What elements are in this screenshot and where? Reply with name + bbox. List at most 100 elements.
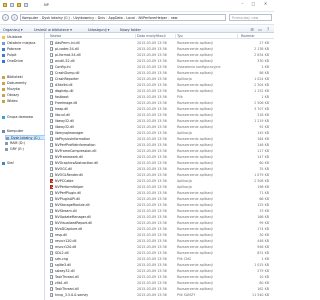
dll-file-icon (50, 190, 54, 195)
breadcrumb-local[interactable]: Local (125, 15, 136, 21)
help-icon[interactable]: ? (265, 27, 271, 33)
forward-button[interactable]: › (11, 14, 18, 21)
download-folder-icon (2, 47, 6, 52)
command-bar: Organizuj ▾ Umieść w bibliotece ▾ Udostę… (0, 24, 274, 33)
dll-file-icon (50, 202, 54, 207)
sidebar-item[interactable]: Grupa domowa (2, 115, 43, 120)
sidebar-item[interactable]: GRY (E:) (5, 147, 46, 152)
sidebar-item-label: RAM (D:) (10, 141, 25, 145)
sidebar-item-label: Biblioteki (7, 75, 23, 79)
sidebar-item-label: OneDrive (7, 59, 23, 63)
dll-file-icon (50, 208, 54, 213)
sidebar-item-label: Wideo (7, 99, 18, 103)
breadcrumb-user[interactable]: Dnis (96, 15, 106, 21)
library-icon (2, 75, 6, 80)
dll-file-icon (50, 82, 54, 87)
dll-file-icon (50, 112, 54, 117)
cloud-icon (2, 59, 6, 64)
dll-file-icon (50, 88, 54, 93)
address-bar[interactable]: Komputer›Dysk lokalny (C:)›Użytkownicy›D… (20, 14, 226, 21)
preview-pane-icon[interactable]: ▭ (257, 27, 263, 33)
breadcrumb-nvperform[interactable]: NVPerformHelper (137, 15, 168, 21)
folder-icon (3, 3, 7, 7)
file-list: Nazwa Data modyfikacji Typ Rozmiar AdvPe… (45, 33, 274, 300)
network-icon (2, 161, 6, 166)
dll-file-icon (50, 250, 54, 255)
sidebar-item[interactable]: Komputer (2, 129, 43, 134)
breadcrumb-drive[interactable]: Dysk lokalny (C:) (41, 15, 71, 21)
column-size[interactable]: Rozmiar (241, 34, 255, 39)
breadcrumb-computer[interactable]: Komputer (21, 15, 39, 21)
file-icon (50, 76, 54, 81)
sidebar-item-label: Komputer (7, 129, 24, 133)
sidebar-item[interactable]: Wideo (2, 99, 43, 104)
sidebar-item-label: Ostatnie miejsca (7, 41, 36, 45)
window-title: NP (44, 3, 49, 7)
column-divider[interactable] (175, 33, 176, 39)
dll-file-icon (50, 52, 54, 57)
dll-file-icon (50, 280, 54, 285)
sidebar-item[interactable]: Dysk lokalny (C:) (5, 135, 46, 141)
sidebar-item[interactable]: Dokumenty (2, 81, 43, 86)
close-button[interactable]: ✕ (261, 1, 270, 7)
dll-file-icon (50, 160, 54, 165)
sidebar-item[interactable]: Pulpit (2, 53, 43, 58)
sidebar-item-label: Muzyka (7, 87, 20, 91)
new-folder-icon[interactable] (17, 3, 21, 7)
breadcrumb-appdata[interactable]: AppData (107, 15, 124, 21)
dll-file-icon (50, 124, 54, 129)
back-button[interactable]: ‹ (2, 14, 9, 21)
sidebar-item[interactable]: Muzyka (2, 87, 43, 92)
include-in-library-button[interactable]: Umieść w bibliotece ▾ (34, 27, 72, 33)
pictures-icon (2, 93, 6, 98)
sidebar-item-label: Grupa domowa (7, 115, 33, 119)
sidebar-item[interactable]: Ostatnie miejsca (2, 41, 43, 46)
computer-icon (2, 129, 6, 134)
sidebar-item-label: Pobrane (7, 47, 21, 51)
sidebar-item-label: Dokumenty (7, 81, 27, 85)
drive-icon (5, 147, 9, 152)
dll-file-icon (50, 100, 54, 105)
properties-icon[interactable] (10, 3, 14, 7)
file-icon (50, 130, 54, 135)
maximize-button[interactable]: □ (249, 1, 258, 7)
new-folder-button[interactable]: Nowy folder (120, 27, 141, 33)
column-name[interactable]: Nazwa (50, 34, 61, 39)
share-button[interactable]: Udostępnij ▾ (88, 27, 110, 33)
organize-button[interactable]: Organizuj ▾ (3, 27, 23, 33)
dll-file-icon (50, 172, 54, 177)
drive-icon (5, 141, 9, 146)
column-divider[interactable] (237, 33, 238, 39)
file-icon (50, 94, 54, 99)
sidebar-item[interactable]: Sieć (2, 161, 43, 166)
dll-file-icon (50, 40, 54, 45)
navigation-pane: Ulubione Ostatnie miejsca Pobrane Pulpit One… (0, 33, 46, 300)
sidebar-item[interactable]: RAM (D:) (5, 141, 46, 146)
sidebar-item[interactable]: Ulubione (2, 35, 43, 40)
breadcrumb-new[interactable]: new (170, 15, 179, 21)
sidebar-item[interactable]: OneDrive (2, 59, 43, 64)
sidebar-item[interactable]: Biblioteki (2, 75, 43, 80)
customize-icon[interactable] (24, 3, 28, 7)
desktop-icon (2, 53, 6, 58)
music-icon (2, 87, 6, 92)
dll-file-icon (50, 58, 54, 63)
star-icon (2, 35, 6, 40)
view-options-icon[interactable]: ☰ (249, 27, 255, 33)
column-type[interactable]: Typ (177, 34, 183, 39)
sidebar-item[interactable]: Pobrane (2, 47, 43, 52)
sidebar-item-label: Ulubione (7, 35, 22, 39)
column-divider[interactable] (135, 33, 136, 39)
dll-file-icon (50, 262, 54, 267)
sidebar-item-label: Sieć (7, 161, 15, 165)
dll-file-icon (50, 244, 54, 249)
navigation-bar: ‹ › Komputer›Dysk lokalny (C:)›Użytkowni… (0, 12, 274, 23)
sidebar-item[interactable]: Obrazy (2, 93, 43, 98)
file-row[interactable]: hnvp_3.5.0.0.samzy 2015-03-09 13:36 Plik S… (45, 292, 274, 298)
file-size: 11 540 KB (251, 292, 269, 297)
column-date[interactable]: Data modyfikacji (137, 34, 166, 39)
breadcrumb-users[interactable]: Użytkownicy (72, 15, 95, 21)
search-input[interactable]: Przeszukaj: new (229, 14, 272, 21)
minimize-button[interactable]: – (238, 1, 247, 7)
dll-file-icon (50, 196, 54, 201)
